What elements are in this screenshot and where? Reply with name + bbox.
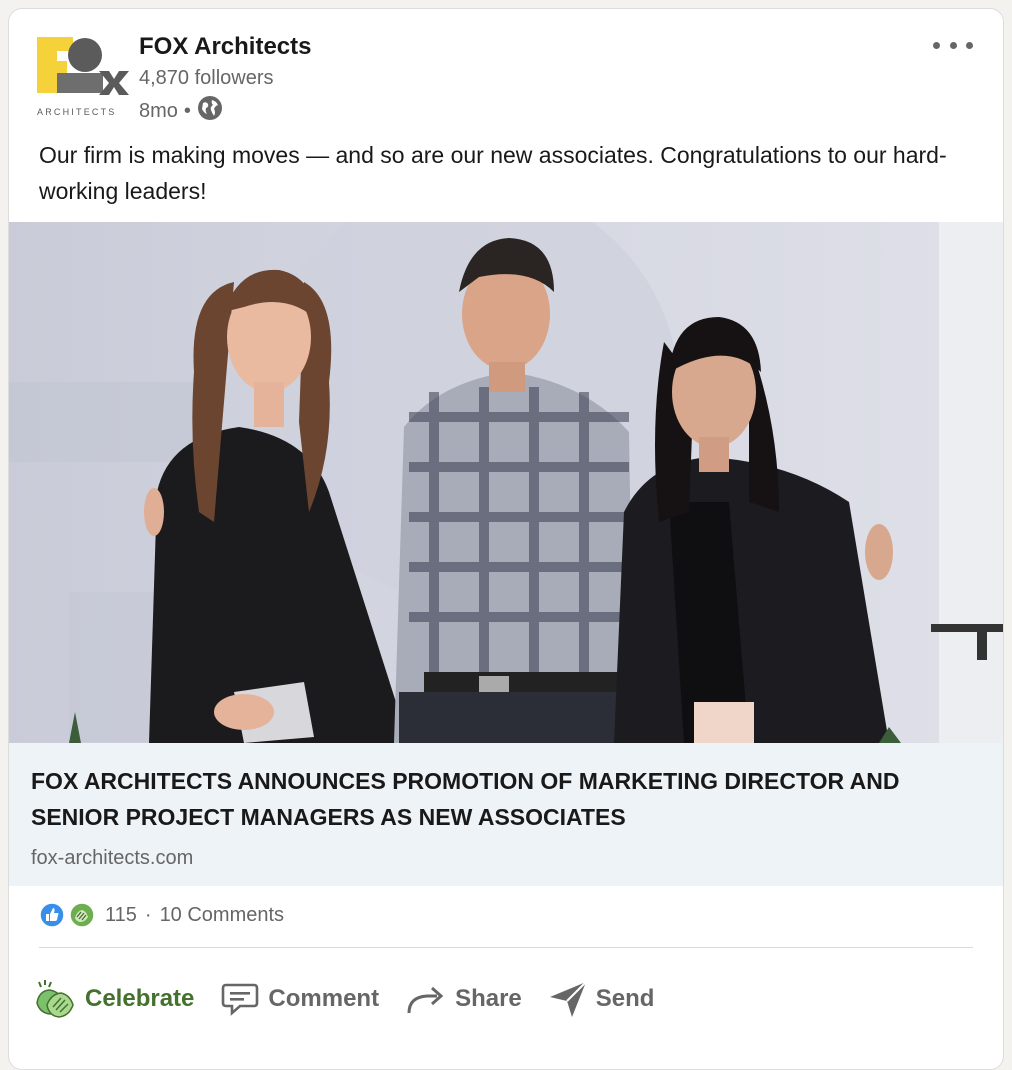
article-title[interactable]: FOX ARCHITECTS ANNOUNCES PROMOTION OF MA… (31, 763, 971, 835)
share-button[interactable]: Share (405, 981, 522, 1017)
post-header: ARCHITECTS FOX Architects 4,870 follower… (9, 9, 1003, 129)
send-button[interactable]: Send (548, 979, 655, 1019)
celebrate-label: Celebrate (85, 985, 195, 1012)
reaction-icons (39, 902, 95, 928)
social-counts[interactable]: 115 · 10 Comments (39, 902, 284, 928)
more-options-icon[interactable] (933, 35, 973, 55)
send-icon (549, 981, 587, 1017)
article-domain: fox-architects.com (31, 847, 194, 869)
reaction-count[interactable]: 115 (105, 904, 137, 927)
share-arrow-icon (407, 986, 444, 1014)
followers-count: 4,870 followers (139, 67, 274, 89)
post-meta: 8mo • (139, 95, 223, 127)
article-link-preview[interactable]: FOX ARCHITECTS ANNOUNCES PROMOTION OF MA… (9, 743, 1003, 886)
social-separator: · (144, 903, 152, 926)
divider (39, 947, 973, 948)
comment-button[interactable]: Comment (220, 981, 379, 1017)
post-age: 8mo (139, 99, 178, 122)
celebrate-hands-icon (36, 980, 74, 1018)
comment-label: Comment (268, 985, 380, 1012)
comment-icon (222, 983, 259, 1016)
post-text: Our firm is making moves — and so are ou… (39, 142, 947, 204)
send-label: Send (595, 985, 655, 1012)
company-name[interactable]: FOX Architects (139, 33, 312, 61)
globe-icon (197, 95, 223, 127)
post-actions: Celebrate Comment Share Send (33, 971, 733, 1027)
like-icon (39, 902, 65, 928)
feed-post-card: ARCHITECTS FOX Architects 4,870 follower… (8, 8, 1004, 1070)
celebrate-icon (69, 902, 95, 928)
celebrate-button[interactable]: Celebrate (33, 979, 194, 1019)
meta-separator: • (183, 99, 191, 122)
post-image[interactable] (9, 222, 1003, 743)
logo-subtitle: ARCHITECTS (37, 107, 117, 117)
comments-count[interactable]: 10 Comments (160, 904, 285, 927)
share-label: Share (455, 985, 522, 1012)
company-logo[interactable]: ARCHITECTS (37, 35, 129, 121)
